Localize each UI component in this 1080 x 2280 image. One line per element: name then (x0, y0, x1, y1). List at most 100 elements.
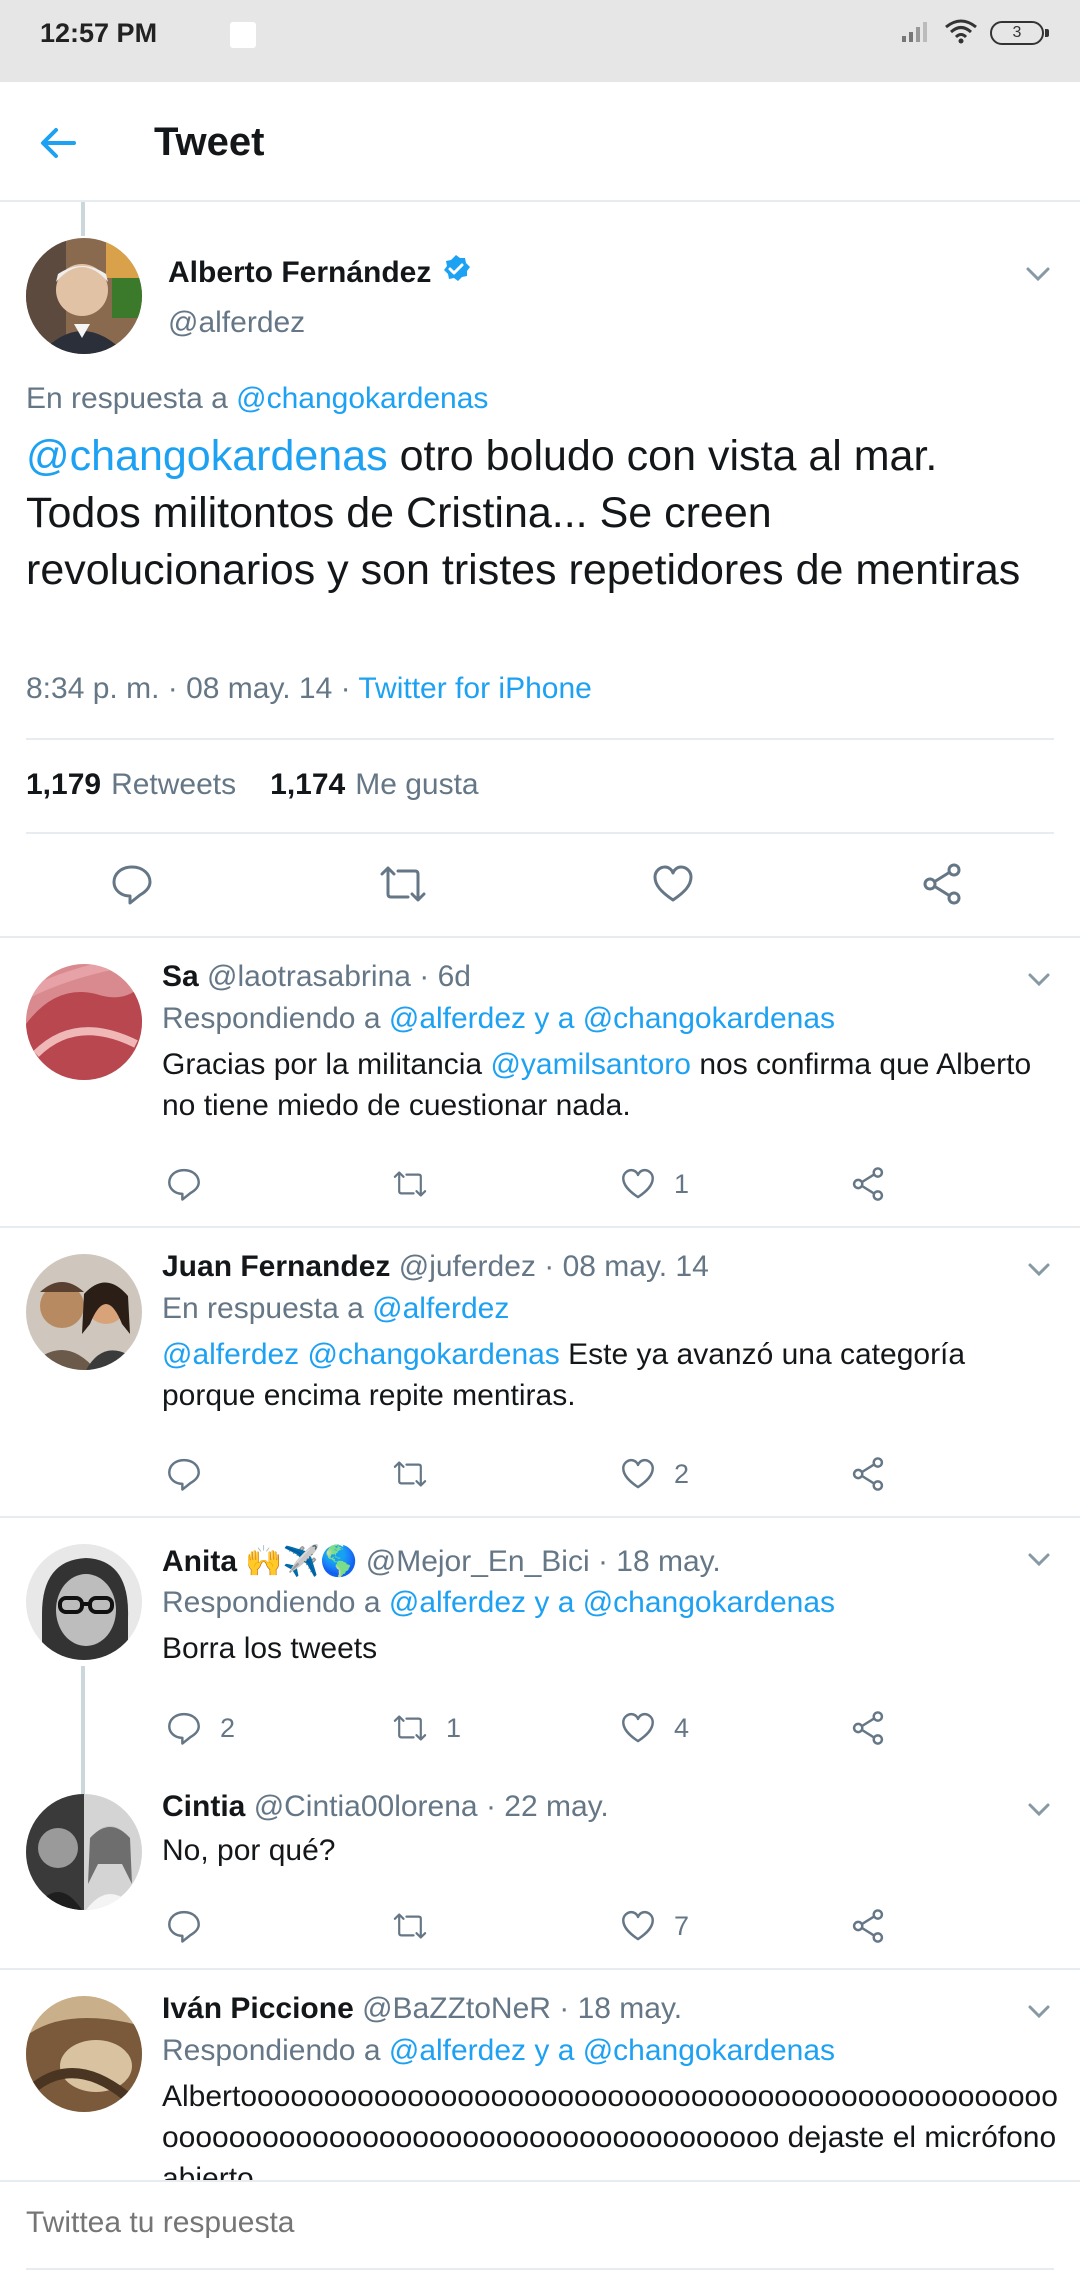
reply-tweet[interactable]: Juan Fernandez @juferdez · 08 may. 14 En… (0, 1228, 1080, 1518)
like-button[interactable]: 2 (620, 1454, 689, 1494)
reply-text: No, por qué? (162, 1834, 336, 1867)
notification-icon (230, 22, 256, 48)
reply-input[interactable] (26, 2206, 926, 2240)
reply-tweet[interactable]: Cintia @Cintia00lorena · 22 may. No, por… (0, 1768, 1080, 1970)
avatar[interactable] (26, 238, 142, 354)
reply-author-handle[interactable]: @laotrasabrina · 6d (207, 960, 471, 993)
mention-link[interactable]: @yamilsantoro (490, 1048, 691, 1081)
share-button[interactable] (850, 1454, 886, 1494)
like-button[interactable]: 1 (620, 1164, 689, 1204)
reply-button[interactable] (166, 1454, 220, 1494)
author-handle[interactable]: @alferdez (168, 306, 305, 340)
wifi-icon (944, 18, 978, 49)
reply-icon (168, 1458, 200, 1491)
chevron-down-icon[interactable] (1024, 964, 1054, 994)
share-icon (852, 1711, 884, 1745)
reply-author-handle[interactable]: @Cintia00lorena · 22 may. (254, 1790, 609, 1823)
reply-to-link[interactable]: @alferdez y a @changokardenas (389, 2034, 835, 2067)
reply-actions: 7 (162, 1906, 1062, 1946)
reply-author-handle[interactable]: @juferdez · 08 may. 14 (399, 1250, 709, 1283)
reply-context: En respuesta a @changokardenas (26, 382, 488, 416)
tweet-timestamp: 8:34 p. m. · 08 may. 14 · (26, 672, 359, 705)
reply-context-prefix: Respondiendo a (162, 1586, 389, 1619)
chevron-down-icon[interactable] (1024, 1996, 1054, 2026)
reply-tweet[interactable]: Sa @laotrasabrina · 6d Respondiendo a @a… (0, 938, 1080, 1228)
reply-author-handle[interactable]: @Mejor_En_Bici · 18 may. (366, 1545, 721, 1578)
like-icon[interactable] (651, 862, 701, 912)
retweet-count: 1 (446, 1712, 462, 1743)
reply-to-link[interactable]: @changokardenas (236, 382, 488, 415)
retweets-label: Retweets (111, 768, 237, 801)
reply-header: Anita 🙌✈️🌎 @Mejor_En_Bici · 18 may. (162, 1544, 721, 1579)
divider (26, 738, 1054, 740)
reply-author-name[interactable]: Juan Fernandez (162, 1250, 390, 1283)
avatar[interactable] (26, 1544, 142, 1660)
page-title: Tweet (154, 120, 265, 164)
likes-stat[interactable]: 1,174 Me gusta (270, 768, 478, 802)
mention-link[interactable]: @changokardenas (26, 432, 388, 480)
reply-button[interactable] (166, 1906, 220, 1946)
reply-button[interactable] (166, 1164, 220, 1204)
chevron-down-icon[interactable] (1022, 258, 1054, 290)
reply-tweet[interactable]: Iván Piccione @BaZZtoNeR · 18 may. Respo… (0, 1970, 1080, 2180)
reply-author-name[interactable]: Iván Piccione (162, 1992, 354, 2025)
author-emoji: 🙌✈️🌎 (245, 1545, 358, 1578)
reply-text-a: Gracias por la militancia (162, 1048, 491, 1081)
divider (26, 832, 1054, 834)
reply-actions: 2 (162, 1454, 1062, 1494)
reply-to-link[interactable]: @alferdez y a @changokardenas (389, 1002, 835, 1035)
mention-link[interactable]: @alferdez @changokardenas (162, 1338, 560, 1371)
reply-context-prefix: En respuesta a (26, 382, 237, 415)
tweet-meta: 8:34 p. m. · 08 may. 14 · Twitter for iP… (26, 672, 592, 706)
tweet-source-link[interactable]: Twitter for iPhone (358, 672, 591, 705)
like-icon (622, 1168, 654, 1199)
reply-header: Cintia @Cintia00lorena · 22 may. (162, 1790, 609, 1824)
share-button[interactable] (850, 1164, 886, 1204)
chevron-down-icon[interactable] (1024, 1254, 1054, 1284)
chevron-down-icon[interactable] (1024, 1544, 1054, 1574)
reply-author-name[interactable]: Sa (162, 960, 199, 993)
reply-actions: 1 (162, 1164, 1062, 1204)
retweets-stat[interactable]: 1,179 Retweets (26, 768, 236, 802)
reply-author-handle[interactable]: @BaZZtoNeR · 18 may. (362, 1992, 682, 2025)
avatar[interactable] (26, 1996, 142, 2112)
reply-button[interactable]: 2 (166, 1708, 235, 1748)
chevron-down-icon[interactable] (1024, 1794, 1054, 1824)
reply-tweet[interactable]: Anita 🙌✈️🌎 @Mejor_En_Bici · 18 may. Resp… (0, 1518, 1080, 1768)
retweet-icon[interactable] (378, 862, 428, 912)
retweet-icon (393, 1913, 427, 1939)
back-arrow-icon[interactable] (34, 118, 84, 168)
retweet-button[interactable] (392, 1906, 446, 1946)
retweet-button[interactable] (392, 1454, 446, 1494)
reply-author-name[interactable]: Cintia (162, 1790, 245, 1823)
share-button[interactable] (850, 1906, 886, 1946)
author-name[interactable]: Alberto Fernández (168, 254, 471, 292)
share-button[interactable] (850, 1708, 886, 1748)
reply-header: Iván Piccione @BaZZtoNeR · 18 may. (162, 1992, 682, 2026)
like-button[interactable]: 4 (620, 1708, 689, 1748)
reply-context: Respondiendo a @alferdez y a @changokard… (162, 1586, 835, 1620)
reply-text: Borra los tweets (162, 1632, 378, 1665)
reply-to-link[interactable]: @alferdez y a @changokardenas (389, 1586, 835, 1619)
avatar[interactable] (26, 1794, 142, 1910)
app-header: Tweet (0, 82, 1080, 202)
share-icon (852, 1167, 884, 1201)
reply-count: 2 (220, 1712, 236, 1743)
tweet-actions (0, 862, 1080, 922)
share-icon[interactable] (920, 862, 970, 912)
reply-icon[interactable] (110, 862, 160, 912)
retweet-button[interactable] (392, 1164, 446, 1204)
retweet-icon (393, 1715, 427, 1741)
reply-context-prefix: Respondiendo a (162, 2034, 389, 2067)
reply-icon (168, 1712, 200, 1745)
avatar[interactable] (26, 964, 142, 1080)
reply-context: En respuesta a @alferdez (162, 1292, 509, 1326)
avatar[interactable] (26, 1254, 142, 1370)
like-count: 4 (674, 1712, 690, 1743)
reply-context-prefix: En respuesta a (162, 1292, 373, 1325)
reply-to-link[interactable]: @alferdez (372, 1292, 509, 1325)
reply-author-name[interactable]: Anita (162, 1545, 237, 1578)
retweet-button[interactable]: 1 (392, 1708, 461, 1748)
likes-label: Me gusta (355, 768, 479, 801)
like-button[interactable]: 7 (620, 1906, 689, 1946)
